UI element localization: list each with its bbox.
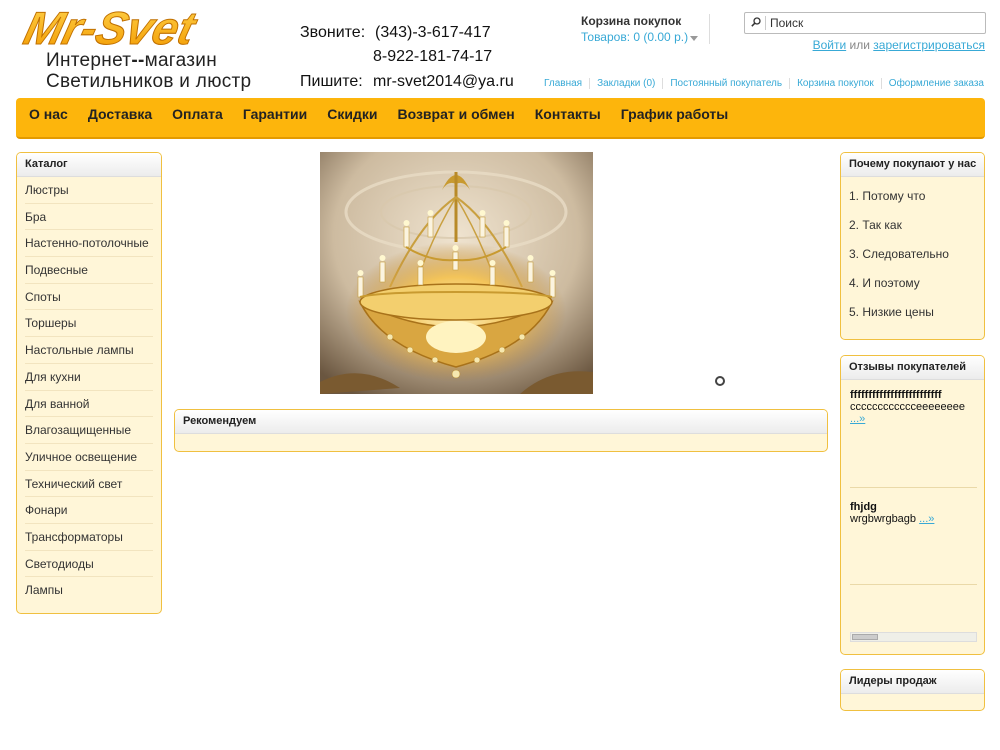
register-link[interactable]: зарегистрироваться [873,38,985,52]
phone-2: 8-922-181-74-17 [373,48,493,65]
catalog-list: Люстры Бра Настенно-потолочные Подвесные… [17,177,161,604]
menu-item-contacts[interactable]: Контакты [525,106,611,122]
review-item: fhjdg wrgbwrgbagb ...» [850,501,977,525]
catalog-item[interactable]: Бра [25,204,153,230]
tagline-dash: -- [131,50,145,71]
review-more-link[interactable]: ...» [850,413,865,425]
menu-item-payment[interactable]: Оплата [162,106,233,122]
search-icon[interactable] [751,17,761,27]
top-links: Главная Закладки (0) Постоянный покупате… [537,78,991,89]
auth-or: или [849,38,870,52]
phone-1: (343)-3-617-417 [375,24,491,41]
review-body: wrgbwrgbagb [850,513,917,525]
list-item: 3. Следовательно [849,247,949,261]
catalog-box: Каталог Люстры Бра Настенно-потолочные П… [16,152,162,614]
menu-item-delivery[interactable]: Доставка [78,106,162,122]
logo-tagline-2: Светильников и люстр [46,71,252,92]
review-text: wrgbwrgbagb ...» [850,513,977,525]
catalog-item[interactable]: Лампы [25,577,153,603]
reviews-title: Отзывы покупателей [841,356,984,380]
review-author: fhjdg [850,501,877,513]
toplink-checkout[interactable]: Оформление заказа [880,78,991,89]
search-input[interactable] [770,15,980,31]
list-item: 5. Низкие цены [849,305,934,319]
site-logo[interactable]: Mr-Svet [19,2,280,54]
catalog-item[interactable]: Трансформаторы [25,524,153,550]
divider [709,14,710,44]
slideshow-pager-dot[interactable] [715,376,725,386]
toplink-account[interactable]: Постоянный покупатель [662,78,789,89]
whybuy-list: 1. Потому что 2. Так как 3. Следовательн… [841,177,984,332]
list-item: 1. Потому что [849,189,926,203]
catalog-item[interactable]: Уличное освещение [25,444,153,470]
catalog-item[interactable]: Для кухни [25,364,153,390]
bestsellers-title: Лидеры продаж [841,670,984,694]
write-label: Пишите: [300,73,363,90]
catalog-item[interactable]: Подвесные [25,257,153,283]
catalog-item[interactable]: Люстры [25,177,153,203]
logo-wordmark: Mr-Svet [19,3,203,54]
bestsellers-box: Лидеры продаж [840,669,985,711]
login-link[interactable]: Войти [813,38,847,52]
divider [850,487,977,488]
tagline-word-1: Интернет [46,50,132,71]
email: mr-svet2014@ya.ru [373,73,514,90]
reviews-scrollbar[interactable] [850,632,977,642]
catalog-item[interactable]: Торшеры [25,310,153,336]
toplink-bookmarks[interactable]: Закладки (0) [589,78,662,89]
cart-info-link[interactable]: Товаров: 0 (0.00 р.) [581,30,688,44]
catalog-item[interactable]: Влагозащищенные [25,417,153,443]
divider [765,16,766,30]
slideshow-image[interactable] [320,152,593,394]
whybuy-box: Почему покупают у нас 1. Потому что 2. Т… [840,152,985,340]
menu-item-discounts[interactable]: Скидки [317,106,387,122]
chevron-down-icon[interactable] [690,36,698,41]
review-author: fffffffffffffffffffffffff [850,389,942,401]
scrollbar-thumb[interactable] [852,634,878,640]
whybuy-title: Почему покупают у нас [841,153,984,177]
logo-tagline-1: Интернет--магазин [46,50,217,72]
catalog-item[interactable]: Светодиоды [25,551,153,577]
catalog-title: Каталог [17,153,161,177]
recommend-box: Рекомендуем [174,409,828,452]
auth-links: Войти или зарегистрироваться [813,38,985,52]
recommend-title: Рекомендуем [175,410,827,434]
menu-item-warranty[interactable]: Гарантии [233,106,317,122]
catalog-item[interactable]: Настенно-потолочные [25,230,153,256]
review-body: cccccccccccceeeeeeee [850,401,965,413]
toplink-cart[interactable]: Корзина покупок [789,78,881,89]
catalog-item[interactable]: Технический свет [25,471,153,497]
search-box [744,12,986,34]
menu-item-about[interactable]: О нас [19,106,78,122]
cart-title: Корзина покупок [581,14,682,28]
catalog-item[interactable]: Для ванной [25,391,153,417]
reviews-box: Отзывы покупателей fffffffffffffffffffff… [840,355,985,655]
main-menu: О нас Доставка Оплата Гарантии Скидки Во… [16,98,985,139]
menu-item-schedule[interactable]: График работы [611,106,739,122]
catalog-item[interactable]: Настольные лампы [25,337,153,363]
tagline-word-2: магазин [144,50,217,71]
review-more-link[interactable]: ...» [919,513,934,525]
catalog-item[interactable]: Споты [25,284,153,310]
review-item: fffffffffffffffffffffffff ccccccccccccee… [850,389,977,425]
menu-item-returns[interactable]: Возврат и обмен [387,106,524,122]
divider [850,584,977,585]
toplink-home[interactable]: Главная [537,78,589,89]
catalog-item[interactable]: Фонари [25,497,153,523]
review-text: cccccccccccceeeeeeee ...» [850,401,977,425]
list-item: 4. И поэтому [849,276,920,290]
call-label: Звоните: [300,24,366,41]
list-item: 2. Так как [849,218,902,232]
